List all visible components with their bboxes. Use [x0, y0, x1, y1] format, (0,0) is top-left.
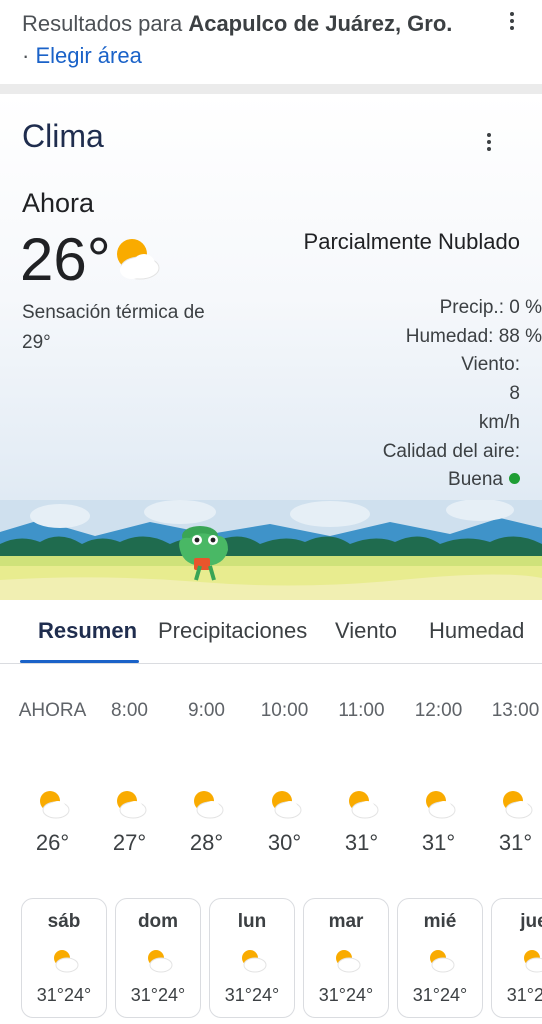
weather-stats: Precip.: 0 % Humedad: 88 % Viento: 8 km/…: [330, 294, 542, 495]
hour-temperature: 31°: [421, 830, 456, 855]
air-quality-row: Buena: [330, 466, 542, 495]
day-label: dom: [137, 911, 179, 932]
hourly-item[interactable]: 13:00 31°: [477, 664, 542, 864]
results-prefix: Resultados para: [22, 11, 189, 36]
results-location-line: Resultados para Acapulco de Juárez, Gro.…: [22, 8, 462, 72]
hour-temperature: 30°: [267, 830, 302, 855]
wind-value: 8: [509, 383, 520, 405]
search-header: Resultados para Acapulco de Juárez, Gro.…: [0, 0, 542, 84]
active-tab-indicator: [20, 660, 139, 663]
air-quality-dot-icon: [509, 473, 520, 485]
day-card[interactable]: sáb 31°24°: [21, 898, 107, 1018]
day-label: mié: [423, 911, 457, 932]
partly-cloudy-icon: [349, 791, 379, 819]
hour-label: 10:00: [260, 700, 309, 721]
partly-cloudy-icon: [503, 791, 533, 819]
hour-temperature: 26°: [35, 830, 70, 855]
partly-cloudy-icon: [272, 791, 302, 819]
card-more-options-icon[interactable]: [477, 130, 501, 154]
hourly-item[interactable]: 8:00 27°: [91, 664, 168, 864]
hourly-item[interactable]: 12:00 31°: [400, 664, 477, 864]
air-quality-label: Calidad del aire:: [382, 440, 520, 462]
tab-precipitaciones[interactable]: Precipitaciones: [158, 618, 307, 644]
hourly-item[interactable]: AHORA 26°: [14, 664, 91, 864]
day-card[interactable]: lun 31°24°: [209, 898, 295, 1018]
wind-label: Viento:: [461, 354, 520, 376]
hourly-item[interactable]: 10:00 30°: [246, 664, 323, 864]
partly-cloudy-icon: [117, 239, 160, 280]
wind-unit: km/h: [478, 411, 520, 433]
hour-label: 9:00: [188, 700, 225, 721]
card-title: Clima: [22, 118, 104, 154]
location-name: Acapulco de Juárez, Gro.: [188, 11, 453, 36]
tab-viento[interactable]: Viento: [335, 618, 397, 644]
day-temp-range: 31°24°: [224, 985, 280, 1005]
day-card[interactable]: mar 31°24°: [303, 898, 389, 1018]
precipitation-text: Precip.: 0 %: [439, 297, 542, 318]
day-label: jue: [520, 911, 542, 932]
hour-label: 8:00: [111, 700, 148, 721]
partly-cloudy-icon: [524, 950, 542, 973]
partly-cloudy-icon: [336, 950, 361, 973]
current-temperature: 26°: [20, 226, 111, 293]
condition-text: Parcialmente Nublado: [303, 229, 520, 254]
tab-humedad[interactable]: Humedad: [429, 618, 524, 644]
hour-temperature: 31°: [344, 830, 379, 855]
choose-area-link[interactable]: Elegir área: [35, 43, 141, 68]
day-label: sáb: [47, 911, 81, 932]
partly-cloudy-icon: [426, 791, 456, 819]
partly-cloudy-icon: [54, 950, 79, 973]
day-label: mar: [328, 911, 364, 932]
air-quality-value: Buena: [448, 469, 503, 491]
now-label: Ahora: [22, 188, 95, 218]
day-temp-range: 31°24°: [412, 985, 468, 1005]
partly-cloudy-icon: [242, 950, 267, 973]
weather-tabs: Resumen Precipitaciones Viento Humedad: [0, 600, 542, 664]
feels-like-text: Sensación térmica de 29°: [22, 302, 205, 353]
day-card[interactable]: mié 31°24°: [397, 898, 483, 1018]
section-divider: [0, 84, 542, 94]
hour-temperature: 31°: [498, 830, 533, 855]
hourly-forecast[interactable]: AHORA 26° 8:00 27° 9:00 28° 10:00 30° 11…: [0, 664, 542, 864]
hour-label: 12:00: [414, 700, 463, 721]
weather-card: Clima Ahora 26° Sensación térmica de 29°…: [0, 94, 542, 600]
daily-forecast[interactable]: sáb 31°24° dom 31°24° lun 31°24° mar 31°…: [0, 896, 542, 1024]
hour-label: 11:00: [338, 700, 385, 721]
hour-label: 13:00: [491, 700, 540, 721]
separator-dot: ·: [22, 43, 36, 68]
day-temp-range: 31°24°: [506, 985, 542, 1005]
hour-temperature: 27°: [112, 830, 147, 855]
day-card[interactable]: jue 31°24°: [491, 898, 542, 1018]
day-temp-range: 31°24°: [318, 985, 374, 1005]
hourly-item[interactable]: 11:00 31°: [323, 664, 400, 864]
day-label: lun: [237, 911, 267, 932]
partly-cloudy-icon: [194, 791, 224, 819]
partly-cloudy-icon: [117, 791, 147, 819]
landscape-illustration: [0, 500, 542, 600]
partly-cloudy-icon: [148, 950, 173, 973]
hourly-item[interactable]: 9:00 28°: [168, 664, 245, 864]
humidity-text: Humedad: 88 %: [405, 325, 542, 347]
partly-cloudy-icon: [430, 950, 455, 973]
day-temp-range: 31°24°: [130, 985, 186, 1005]
hour-label: AHORA: [18, 700, 87, 721]
hour-temperature: 28°: [189, 830, 224, 855]
partly-cloudy-icon: [40, 791, 70, 819]
more-options-icon[interactable]: [500, 9, 524, 33]
tab-resumen[interactable]: Resumen: [38, 618, 137, 644]
day-card[interactable]: dom 31°24°: [115, 898, 201, 1018]
day-temp-range: 31°24°: [36, 985, 92, 1005]
